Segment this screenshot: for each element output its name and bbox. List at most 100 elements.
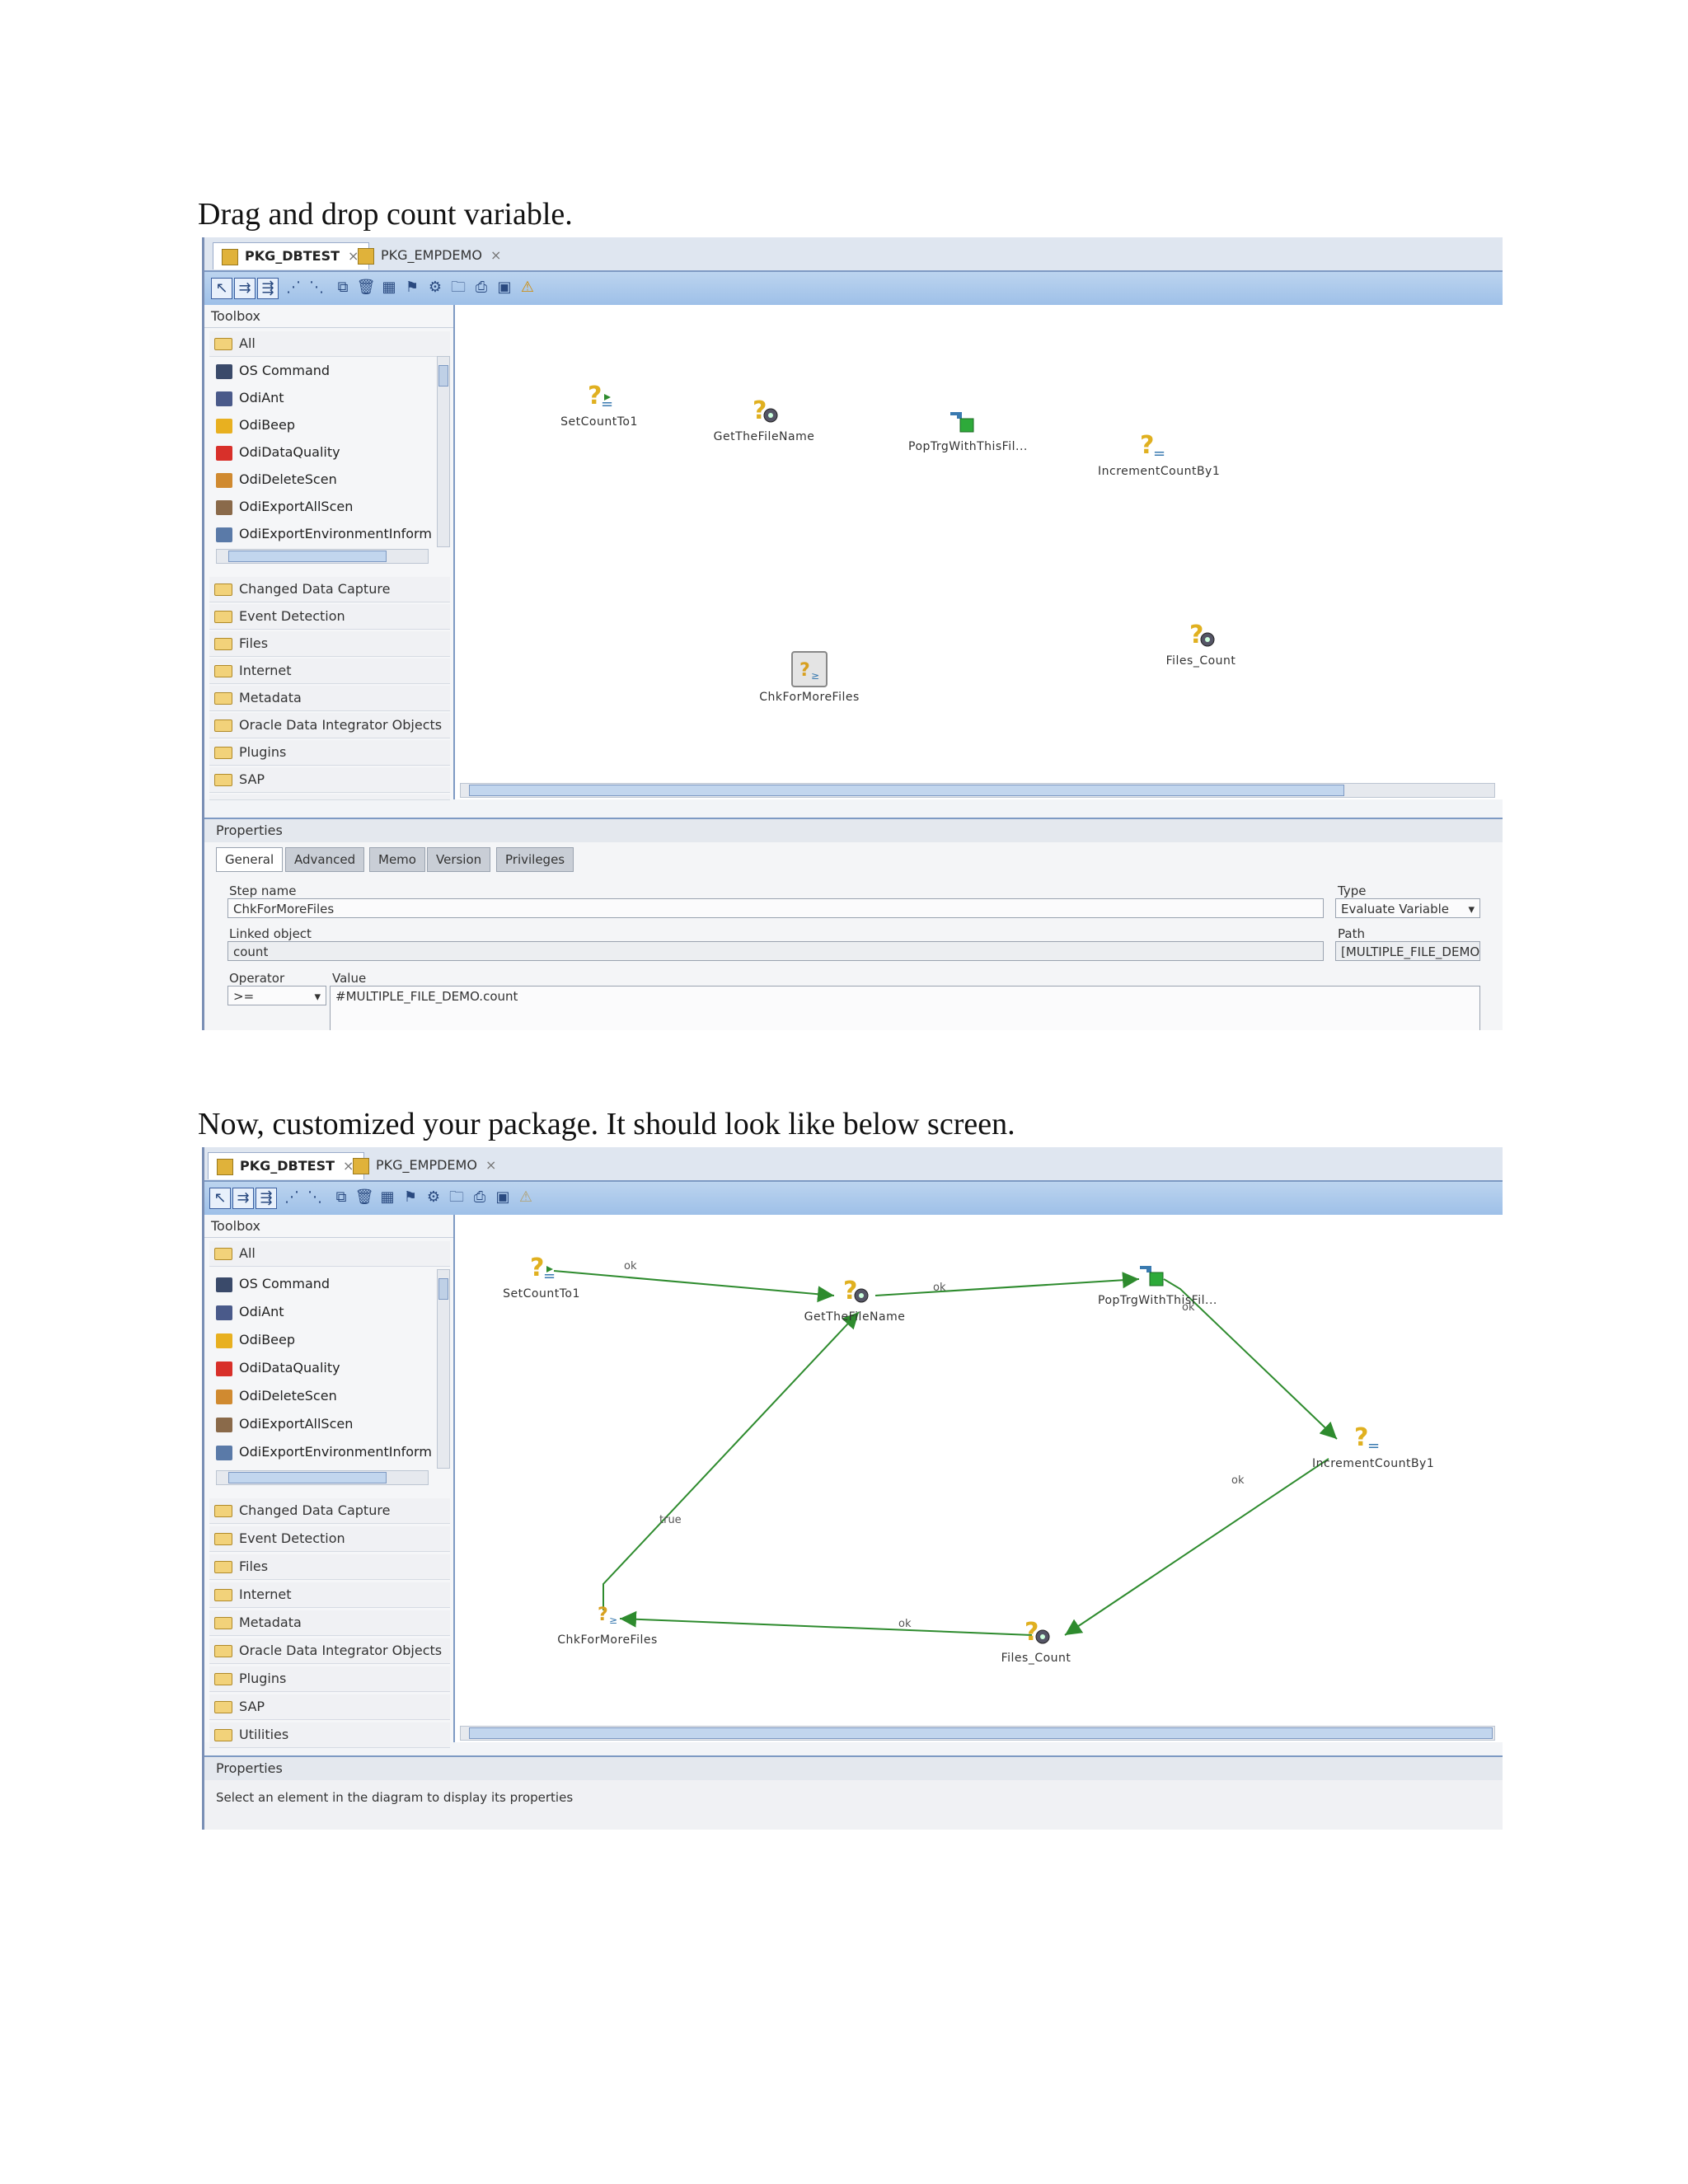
value-textarea[interactable]: #MULTIPLE_FILE_DEMO.count (330, 986, 1480, 1030)
toolbox-category-event-detection[interactable]: Event Detection (209, 1526, 450, 1552)
tool-odiant[interactable]: OdiAnt (216, 1299, 432, 1325)
canvas-horizontal-scrollbar[interactable] (460, 783, 1495, 798)
step-set-count[interactable]: ? = SetCountTo1 (546, 379, 653, 429)
ok-link-icon[interactable]: ⇉ (232, 1188, 254, 1209)
tab-memo[interactable]: Memo (369, 847, 425, 872)
scrollbar-thumb[interactable] (469, 785, 1344, 796)
tab-advanced[interactable]: Advanced (285, 847, 365, 872)
tool-os-command[interactable]: OS Command (216, 1271, 432, 1297)
tab-pkg-dbtest[interactable]: PKG_DBTEST × (208, 1152, 365, 1179)
step-name-input[interactable]: ChkForMoreFiles (227, 898, 1324, 918)
scrollbar-thumb[interactable] (228, 1472, 387, 1483)
grid-icon[interactable]: ▦ (379, 278, 399, 298)
package-diagram-canvas[interactable]: ok ok ok ok ok true ? = SetCountTo1 ? Get… (453, 1215, 1503, 1742)
step-get-file-name[interactable]: ? GetTheFileName (801, 1274, 908, 1324)
step-chk-more-files[interactable]: ? ≥ ChkForMoreFiles (554, 1597, 661, 1647)
type-select[interactable]: Evaluate Variable ▾ (1335, 898, 1480, 918)
tool-odibeep[interactable]: OdiBeep (216, 412, 432, 438)
tool-odiexportenvironment[interactable]: OdiExportEnvironmentInformatic (216, 521, 432, 547)
toolbox-category-internet[interactable]: Internet (209, 658, 450, 684)
tool-os-command[interactable]: OS Command (216, 358, 432, 384)
link-chk-to-get[interactable] (603, 1311, 860, 1610)
execute-step-icon[interactable]: ⚙ (424, 1188, 443, 1207)
print-icon[interactable]: ⎙ (471, 278, 491, 298)
folder-icon[interactable]: 🗀 (447, 1188, 467, 1207)
tab-pkg-dbtest[interactable]: PKG_DBTEST × (213, 242, 370, 269)
toolbox-horizontal-scrollbar[interactable] (216, 549, 429, 564)
scrollbar-thumb[interactable] (438, 1278, 448, 1300)
execute-step-icon[interactable]: ⚙ (425, 278, 445, 298)
layout-icon[interactable]: ⋰ (282, 1188, 302, 1207)
tool-odidataquality[interactable]: OdiDataQuality (216, 1355, 432, 1381)
close-icon[interactable]: × (485, 1157, 496, 1173)
duplicate-icon[interactable]: ⧉ (331, 1188, 351, 1207)
first-step-icon[interactable]: ⚑ (402, 278, 422, 298)
toolbox-category-utilities[interactable]: Utilities (209, 1722, 450, 1748)
toolbox-category-internet[interactable]: Internet (209, 1582, 450, 1608)
scrollbar-thumb[interactable] (228, 551, 387, 562)
toolbox-vertical-scrollbar[interactable] (437, 356, 450, 547)
tab-pkg-empdemo[interactable]: PKG_EMPDEMO × (345, 1152, 506, 1179)
scrollbar-thumb[interactable] (469, 1727, 1493, 1739)
layout-alt-icon[interactable]: ⋱ (305, 1188, 325, 1207)
link-increment-to-files[interactable] (1064, 1458, 1329, 1636)
toolbox-category-changed-data-capture[interactable]: Changed Data Capture (209, 577, 450, 602)
toolbox-category-all[interactable]: All (209, 331, 450, 357)
toolbox-horizontal-scrollbar[interactable] (216, 1470, 429, 1485)
close-icon[interactable]: × (490, 247, 501, 263)
duplicate-icon[interactable]: ⧉ (333, 278, 353, 298)
tool-odideletescen[interactable]: OdiDeleteScen (216, 1383, 432, 1409)
ko-link-icon[interactable]: ⇶ (256, 1188, 277, 1209)
grid-icon[interactable]: ▦ (377, 1188, 397, 1207)
scrollbar-thumb[interactable] (438, 365, 448, 387)
tool-odidataquality[interactable]: OdiDataQuality (216, 439, 432, 466)
tab-pkg-empdemo[interactable]: PKG_EMPDEMO × (349, 242, 511, 269)
tab-version[interactable]: Version (427, 847, 491, 872)
ko-link-icon[interactable]: ⇶ (257, 278, 279, 299)
toolbox-category-metadata[interactable]: Metadata (209, 686, 450, 711)
step-chk-more-files[interactable]: ? ≥ ChkForMoreFiles (756, 651, 863, 704)
toolbox-category-all[interactable]: All (209, 1241, 450, 1267)
step-files-count[interactable]: ? Files_Count (1147, 618, 1254, 668)
toolbox-category-odi-objects[interactable]: Oracle Data Integrator Objects (209, 713, 450, 738)
tool-odiexportallscen[interactable]: OdiExportAllScen (216, 1411, 432, 1437)
toolbox-category-sap[interactable]: SAP (209, 1694, 450, 1720)
ok-link-icon[interactable]: ⇉ (234, 278, 256, 299)
tab-general[interactable]: General (216, 847, 284, 872)
export-icon[interactable]: ▣ (493, 1188, 513, 1207)
step-set-count[interactable]: ? = SetCountTo1 (488, 1251, 595, 1301)
tool-odibeep[interactable]: OdiBeep (216, 1327, 432, 1353)
toolbox-category-sap[interactable]: SAP (209, 767, 450, 793)
tab-privileges[interactable]: Privileges (496, 847, 574, 872)
toolbox-category-changed-data-capture[interactable]: Changed Data Capture (209, 1498, 450, 1524)
warning-icon[interactable]: ⚠ (518, 278, 537, 298)
toolbox-category-files[interactable]: Files (209, 1554, 450, 1580)
link-set-to-get[interactable] (553, 1270, 835, 1303)
warning-icon[interactable]: ⚠ (516, 1188, 536, 1207)
tool-odiexportallscen[interactable]: OdiExportAllScen (216, 494, 432, 520)
layout-alt-icon[interactable]: ⋱ (307, 278, 326, 298)
toolbox-category-metadata[interactable]: Metadata (209, 1610, 450, 1636)
toolbox-category-odi-objects[interactable]: Oracle Data Integrator Objects (209, 1638, 450, 1664)
toolbox-category-files[interactable]: Files (209, 631, 450, 657)
delete-icon[interactable]: 🗑 (354, 1188, 374, 1207)
package-diagram-canvas[interactable]: ? = SetCountTo1 ? GetTheFileName PopTrgWi… (453, 305, 1503, 799)
select-tool-icon[interactable]: ↖ (209, 1188, 231, 1209)
delete-icon[interactable]: 🗑 (356, 278, 376, 298)
tool-odideletescen[interactable]: OdiDeleteScen (216, 466, 432, 493)
toolbox-category-utilities[interactable]: Utilities (209, 794, 450, 800)
step-increment-count[interactable]: ? = IncrementCountBy1 (1098, 429, 1220, 478)
folder-icon[interactable]: 🗀 (448, 278, 468, 298)
tool-odiexportenvironment[interactable]: OdiExportEnvironmentInformatic (216, 1439, 432, 1465)
toolbox-category-plugins[interactable]: Plugins (209, 1666, 450, 1692)
link-files-to-chk[interactable] (619, 1610, 1033, 1636)
step-pop-trg[interactable]: PopTrgWithThisFil... (1098, 1258, 1217, 1307)
tool-odiant[interactable]: OdiAnt (216, 385, 432, 411)
toolbox-category-event-detection[interactable]: Event Detection (209, 604, 450, 630)
first-step-icon[interactable]: ⚑ (401, 1188, 420, 1207)
toolbox-vertical-scrollbar[interactable] (437, 1269, 450, 1469)
operator-select[interactable]: >= ▾ (227, 986, 326, 1005)
export-icon[interactable]: ▣ (495, 278, 514, 298)
step-get-file-name[interactable]: ? GetTheFileName (710, 394, 818, 443)
step-files-count[interactable]: ? Files_Count (982, 1615, 1090, 1665)
